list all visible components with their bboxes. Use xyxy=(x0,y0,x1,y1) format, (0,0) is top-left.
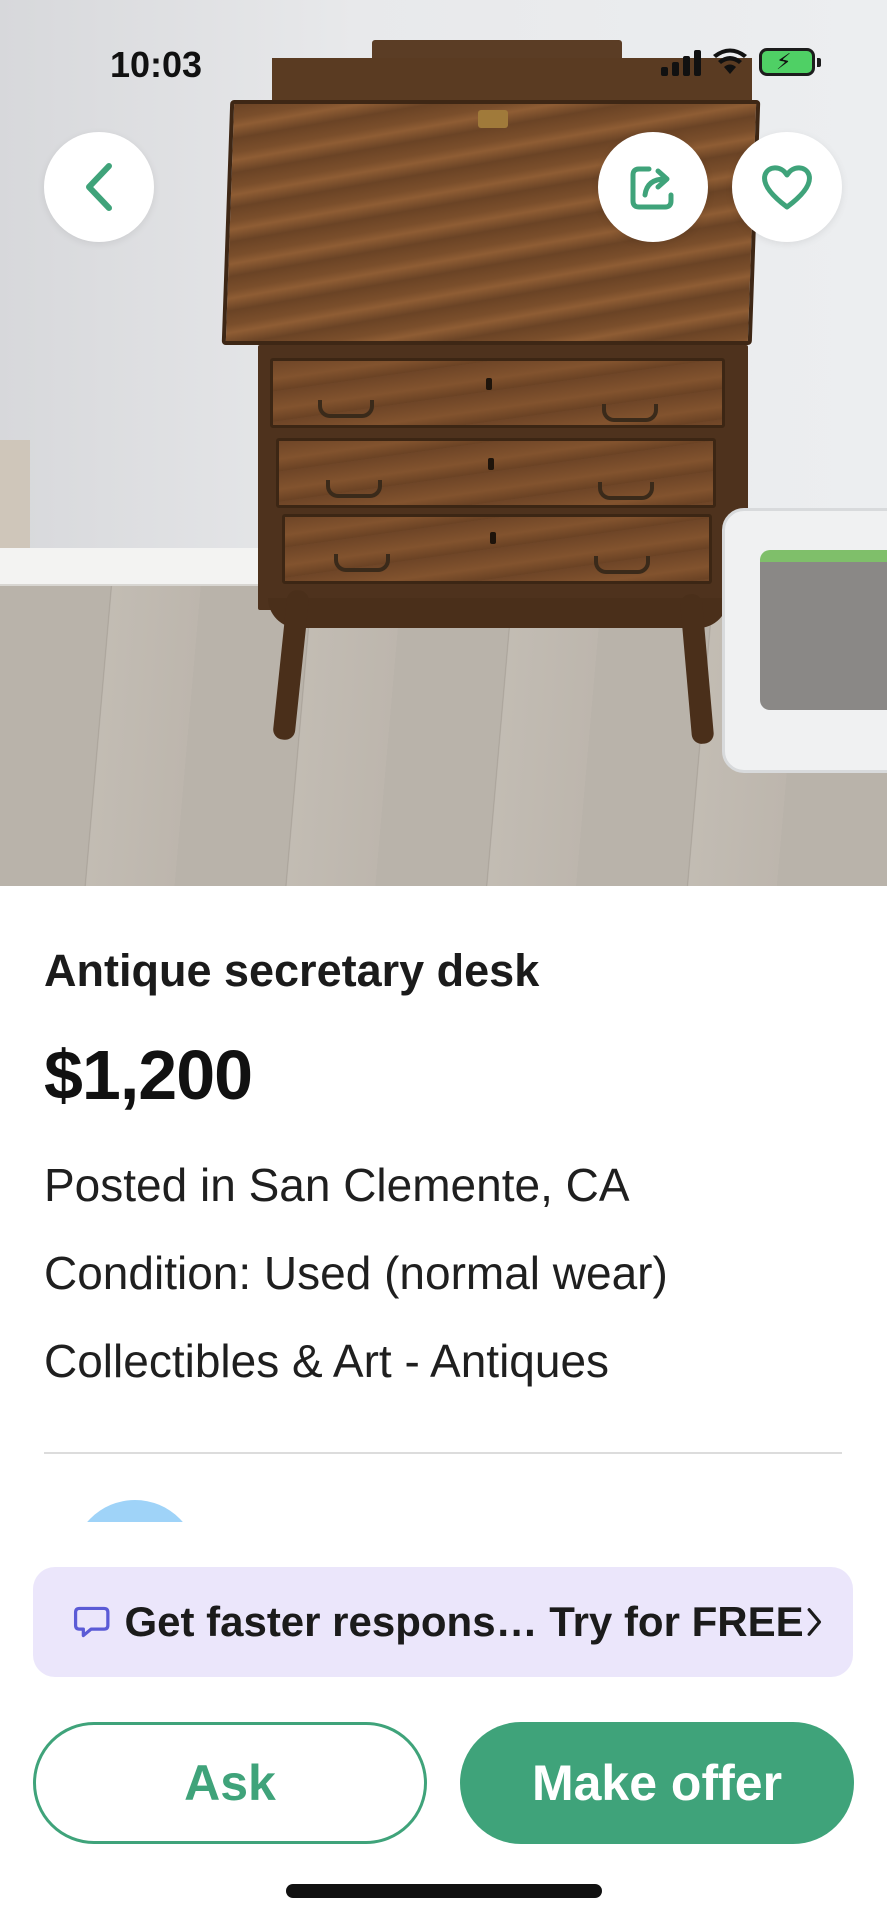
drawer-handle xyxy=(318,400,374,418)
listing-location[interactable]: Posted in San Clemente, CA xyxy=(44,1158,630,1212)
drawer-handle xyxy=(602,404,658,422)
listing-price: $1,200 xyxy=(44,1036,253,1114)
listing-title: Antique secretary desk xyxy=(44,945,540,996)
home-indicator[interactable] xyxy=(286,1884,602,1898)
seller-row[interactable] xyxy=(0,1500,887,1522)
chat-bubble-icon xyxy=(73,1606,110,1638)
drawer-keyhole xyxy=(490,532,496,544)
listing-photo[interactable] xyxy=(0,0,887,886)
charging-bolt-icon: ⚡ xyxy=(776,49,792,74)
status-time: 10:03 xyxy=(110,44,203,85)
listing-condition: Condition: Used (normal wear) xyxy=(44,1247,668,1299)
drawer-keyhole xyxy=(488,458,494,470)
drawer-keyhole xyxy=(486,378,492,390)
desk-drawer xyxy=(282,514,712,584)
drawer-handle xyxy=(326,480,382,498)
drawer-handle xyxy=(594,556,650,574)
back-button[interactable] xyxy=(44,132,154,242)
share-icon xyxy=(630,166,674,210)
make-offer-button[interactable]: Make offer xyxy=(460,1722,854,1844)
ask-button[interactable]: Ask xyxy=(33,1722,427,1844)
wifi-icon xyxy=(713,48,747,74)
chevron-right-icon xyxy=(807,1608,821,1636)
status-icons: ⚡ xyxy=(661,48,821,76)
heart-icon xyxy=(762,165,812,210)
promo-banner[interactable]: Get faster respons… Try for FREE xyxy=(33,1567,853,1677)
listing-category[interactable]: Collectibles & Art - Antiques xyxy=(44,1334,609,1388)
drawer-handle xyxy=(334,554,390,572)
cellular-signal-icon xyxy=(661,48,701,76)
section-divider xyxy=(44,1452,842,1454)
favorite-button[interactable] xyxy=(732,132,842,242)
share-button[interactable] xyxy=(598,132,708,242)
promo-text: Get faster respons… Try for FREE xyxy=(124,1598,804,1645)
drawer-handle xyxy=(598,482,654,500)
battery-icon: ⚡ xyxy=(759,48,821,76)
chevron-left-icon xyxy=(86,163,112,211)
status-bar: 10:03 ⚡ xyxy=(0,0,887,130)
desk-apron xyxy=(268,598,728,628)
litter xyxy=(760,550,887,710)
avatar xyxy=(72,1500,198,1522)
